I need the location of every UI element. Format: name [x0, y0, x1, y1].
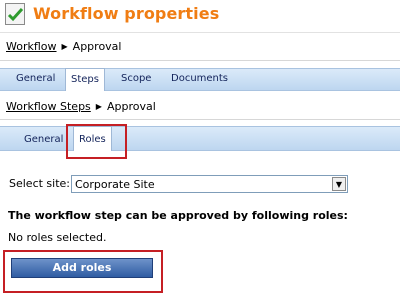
divider: [0, 60, 400, 61]
site-select-value: Corporate Site: [75, 178, 155, 191]
breadcrumb-arrow-icon: ▶: [95, 102, 102, 111]
add-roles-button[interactable]: Add roles: [11, 258, 153, 278]
tab-steps[interactable]: Steps: [65, 68, 105, 91]
title-bar: Workflow properties: [0, 0, 400, 33]
tab-general[interactable]: General: [16, 73, 55, 84]
site-select-label: Select site:: [9, 177, 71, 190]
breadcrumb-link-workflow[interactable]: Workflow: [6, 40, 57, 53]
breadcrumb-arrow-icon: ▶: [61, 42, 68, 51]
tab-step-general[interactable]: General: [24, 134, 63, 145]
breadcrumb-steps: Workflow Steps ▶ Approval: [6, 100, 156, 113]
step-tab-strip: General Roles: [0, 126, 400, 151]
title-divider: [0, 32, 400, 33]
roles-heading: The workflow step can be approved by fol…: [8, 209, 348, 222]
divider: [0, 119, 400, 120]
site-select[interactable]: Corporate Site ▼: [71, 175, 348, 193]
workflow-tab-strip: General Steps Scope Documents: [0, 68, 400, 91]
checkmark-document-icon: [5, 3, 25, 25]
breadcrumb-current: Approval: [106, 100, 156, 113]
breadcrumb-link-workflow-steps[interactable]: Workflow Steps: [6, 100, 91, 113]
page-title: Workflow properties: [33, 4, 220, 23]
breadcrumb-workflow: Workflow ▶ Approval: [6, 40, 121, 53]
dropdown-arrow-icon[interactable]: ▼: [332, 177, 346, 191]
tab-documents[interactable]: Documents: [171, 73, 228, 84]
breadcrumb-current: Approval: [72, 40, 122, 53]
roles-empty-message: No roles selected.: [8, 231, 107, 244]
tab-scope[interactable]: Scope: [121, 73, 151, 84]
highlight-roles-tab: [66, 124, 127, 159]
